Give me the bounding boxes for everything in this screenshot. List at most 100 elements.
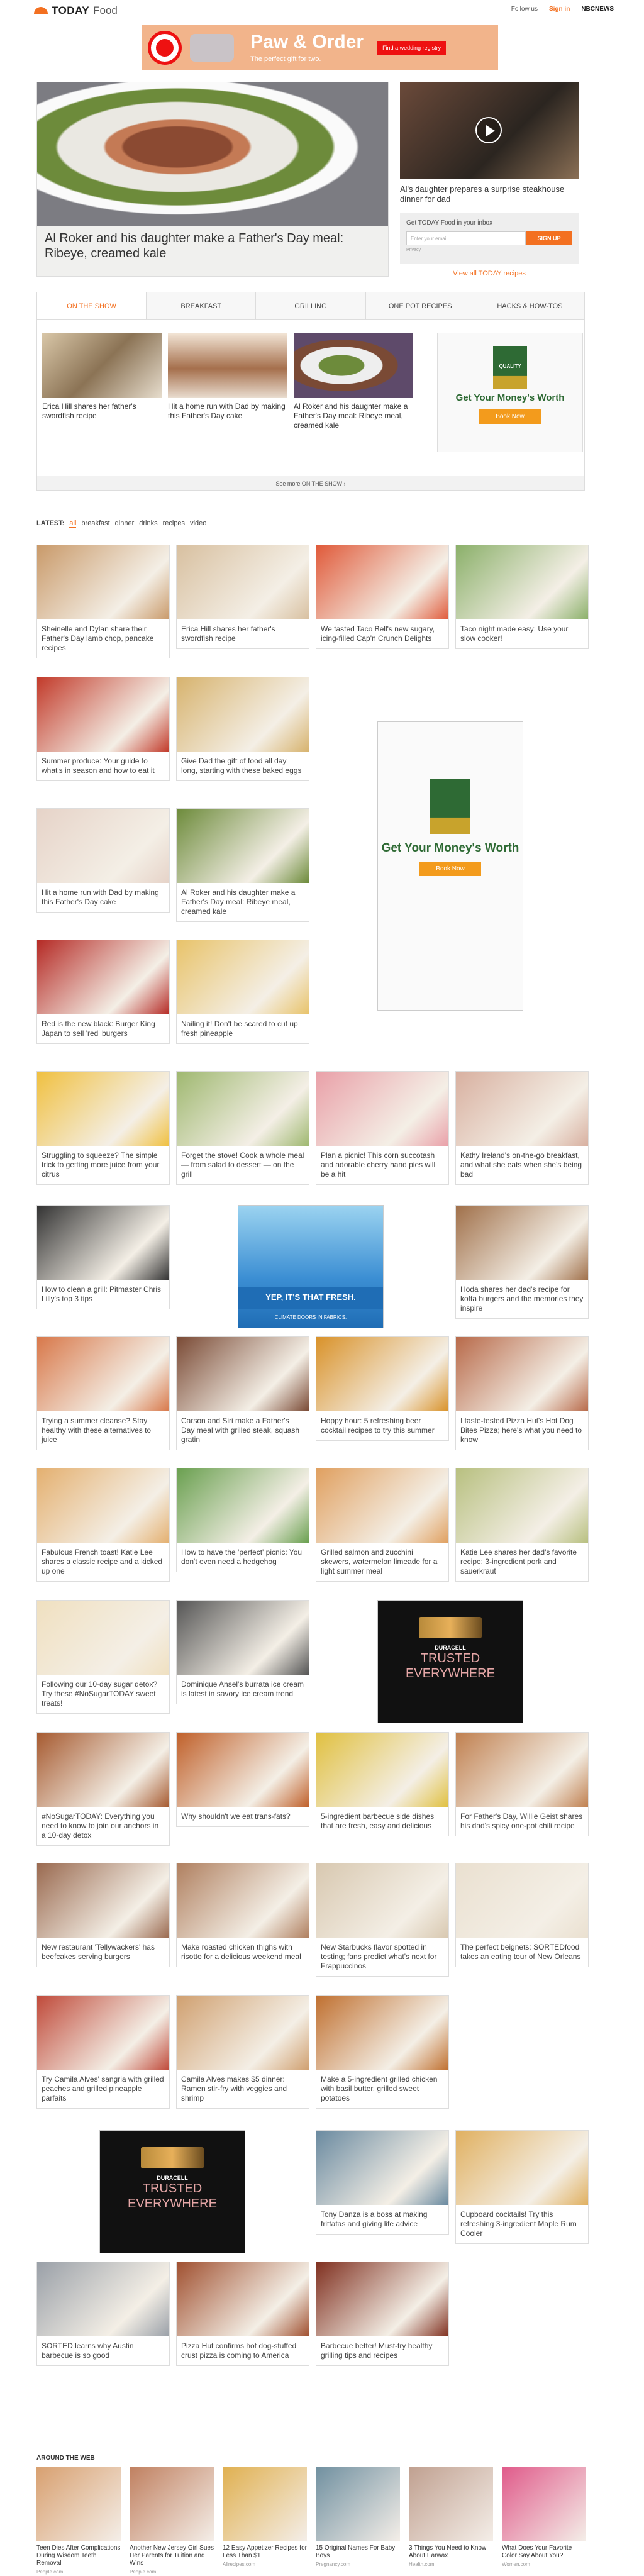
- show-item-image[interactable]: [42, 333, 162, 398]
- privacy-link[interactable]: Privacy: [406, 248, 572, 252]
- duracell-ad[interactable]: DURACELL TRUSTED EVERYWHERE: [377, 1600, 523, 1723]
- story-card[interactable]: I taste-tested Pizza Hut's Hot Dog Bites…: [455, 1336, 589, 1450]
- story-image[interactable]: [456, 1072, 588, 1146]
- story-card[interactable]: Pizza Hut confirms hot dog-stuffed crust…: [176, 2262, 309, 2366]
- story-image[interactable]: [37, 1863, 169, 1938]
- story-image[interactable]: [316, 2262, 448, 2336]
- story-image[interactable]: [177, 545, 309, 619]
- show-item-image[interactable]: [294, 333, 413, 398]
- tab-on-the-show[interactable]: ON THE SHOW: [37, 292, 147, 319]
- story-image[interactable]: [37, 940, 169, 1014]
- story-title[interactable]: Dominique Ansel's burrata ice cream is l…: [177, 1675, 309, 1704]
- story-title[interactable]: Struggling to squeeze? The simple trick …: [37, 1146, 169, 1184]
- story-image[interactable]: [37, 1468, 169, 1543]
- story-card[interactable]: Barbecue better! Must-try healthy grilli…: [316, 2262, 449, 2366]
- filter-recipes[interactable]: recipes: [163, 519, 185, 528]
- story-title[interactable]: Hoda shares her dad's recipe for kofta b…: [456, 1280, 588, 1318]
- sign-in-button[interactable]: Sign in: [549, 6, 570, 13]
- story-image[interactable]: [456, 1863, 588, 1938]
- story-card[interactable]: Following our 10-day sugar detox? Try th…: [36, 1600, 170, 1714]
- quality-inn-ad[interactable]: QUALITY Get Your Money's Worth Book Now: [437, 333, 583, 452]
- story-image[interactable]: [177, 1072, 309, 1146]
- show-item-image[interactable]: [168, 333, 287, 398]
- show-item-title[interactable]: Hit a home run with Dad by making this F…: [168, 402, 286, 420]
- story-card[interactable]: Make a 5-ingredient grilled chicken with…: [316, 1995, 449, 2109]
- story-card[interactable]: Struggling to squeeze? The simple trick …: [36, 1071, 170, 1185]
- sponsored-image[interactable]: [316, 2467, 400, 2541]
- sponsored-image[interactable]: [409, 2467, 493, 2541]
- tab-hacks-how-tos[interactable]: HACKS & HOW-TOS: [475, 292, 585, 319]
- story-card[interactable]: Al Roker and his daughter make a Father'…: [176, 808, 309, 922]
- story-title[interactable]: Hit a home run with Dad by making this F…: [37, 883, 169, 912]
- filter-all[interactable]: all: [69, 519, 77, 528]
- story-card[interactable]: 5-ingredient barbecue side dishes that a…: [316, 1732, 449, 1836]
- signup-button[interactable]: SIGN UP: [526, 231, 572, 245]
- story-image[interactable]: [37, 1733, 169, 1807]
- story-image[interactable]: [177, 809, 309, 883]
- hero-story[interactable]: Al Roker and his daughter make a Father'…: [36, 82, 389, 352]
- story-card[interactable]: How to have the 'perfect' picnic: You do…: [176, 1468, 309, 1572]
- story-title[interactable]: New Starbucks flavor spotted in testing;…: [316, 1938, 448, 1976]
- story-card[interactable]: Kathy Ireland's on-the-go breakfast, and…: [455, 1071, 589, 1185]
- play-icon[interactable]: [475, 117, 502, 143]
- story-title[interactable]: I taste-tested Pizza Hut's Hot Dog Bites…: [456, 1411, 588, 1450]
- sponsored-image[interactable]: [502, 2467, 586, 2541]
- story-title[interactable]: Al Roker and his daughter make a Father'…: [177, 883, 309, 921]
- sponsored-title[interactable]: What Does Your Favorite Color Say About …: [502, 2545, 586, 2560]
- story-title[interactable]: New restaurant 'Tellywackers' has beefca…: [37, 1938, 169, 1967]
- sponsored-title[interactable]: 12 Easy Appetizer Recipes for Less Than …: [223, 2545, 307, 2560]
- story-card[interactable]: Make roasted chicken thighs with risotto…: [176, 1863, 309, 1967]
- duracell-ad-2[interactable]: DURACELL TRUSTED EVERYWHERE: [99, 2130, 245, 2253]
- story-card[interactable]: For Father's Day, Willie Geist shares hi…: [455, 1732, 589, 1836]
- story-title[interactable]: Fabulous French toast! Katie Lee shares …: [37, 1543, 169, 1581]
- story-title[interactable]: 5-ingredient barbecue side dishes that a…: [316, 1807, 448, 1836]
- today-logo[interactable]: TODAY Food: [34, 4, 118, 17]
- story-image[interactable]: [177, 1996, 309, 2070]
- story-card[interactable]: Forget the stove! Cook a whole meal — fr…: [176, 1071, 309, 1185]
- story-image[interactable]: [177, 1468, 309, 1543]
- story-image[interactable]: [37, 1337, 169, 1411]
- story-image[interactable]: [316, 545, 448, 619]
- story-title[interactable]: SORTED learns why Austin barbecue is so …: [37, 2336, 169, 2365]
- story-title[interactable]: Hoppy hour: 5 refreshing beer cocktail r…: [316, 1411, 448, 1440]
- sponsored-link[interactable]: 15 Original Names For Baby Boys Pregnancy…: [316, 2467, 400, 2576]
- tab-grilling[interactable]: GRILLING: [256, 292, 366, 319]
- sponsored-title[interactable]: Teen Dies After Complications During Wis…: [36, 2545, 121, 2567]
- story-image[interactable]: [177, 940, 309, 1014]
- story-title[interactable]: Erica Hill shares her father's swordfish…: [177, 619, 309, 648]
- story-image[interactable]: [316, 1468, 448, 1543]
- story-image[interactable]: [177, 677, 309, 752]
- story-card[interactable]: New Starbucks flavor spotted in testing;…: [316, 1863, 449, 1977]
- story-image[interactable]: [316, 2131, 448, 2205]
- story-image[interactable]: [316, 1337, 448, 1411]
- story-image[interactable]: [37, 809, 169, 883]
- story-title[interactable]: Summer produce: Your guide to what's in …: [37, 752, 169, 780]
- story-card[interactable]: Grilled salmon and zucchini skewers, wat…: [316, 1468, 449, 1582]
- story-card[interactable]: Plan a picnic! This corn succotash and a…: [316, 1071, 449, 1185]
- story-card[interactable]: Hit a home run with Dad by making this F…: [36, 808, 170, 913]
- show-item[interactable]: Erica Hill shares her father's swordfish…: [42, 333, 162, 430]
- filter-breakfast[interactable]: breakfast: [81, 519, 109, 528]
- story-image[interactable]: [37, 1072, 169, 1146]
- quality-inn-ad-large[interactable]: Get Your Money's Worth Book Now: [377, 721, 523, 1011]
- story-title[interactable]: Following our 10-day sugar detox? Try th…: [37, 1675, 169, 1713]
- story-image[interactable]: [177, 2262, 309, 2336]
- story-title[interactable]: We tasted Taco Bell's new sugary, icing-…: [316, 619, 448, 648]
- story-card[interactable]: Trying a summer cleanse? Stay healthy wi…: [36, 1336, 170, 1450]
- sponsored-title[interactable]: 15 Original Names For Baby Boys: [316, 2545, 400, 2560]
- story-image[interactable]: [456, 545, 588, 619]
- story-image[interactable]: [316, 1733, 448, 1807]
- video-caption[interactable]: Al's daughter prepares a surprise steakh…: [400, 184, 579, 204]
- story-card[interactable]: The perfect beignets: SORTEDfood takes a…: [455, 1863, 589, 1967]
- story-card[interactable]: Sheinelle and Dylan share their Father's…: [36, 545, 170, 658]
- show-item[interactable]: Hit a home run with Dad by making this F…: [168, 333, 287, 430]
- book-now-button[interactable]: Book Now: [479, 409, 541, 424]
- sponsored-link[interactable]: 3 Things You Need to Know About Earwax He…: [409, 2467, 493, 2576]
- story-card[interactable]: Camila Alves makes $5 dinner: Ramen stir…: [176, 1995, 309, 2109]
- sponsored-image[interactable]: [130, 2467, 214, 2541]
- story-card[interactable]: We tasted Taco Bell's new sugary, icing-…: [316, 545, 449, 649]
- story-title[interactable]: Trying a summer cleanse? Stay healthy wi…: [37, 1411, 169, 1450]
- story-card[interactable]: Summer produce: Your guide to what's in …: [36, 677, 170, 781]
- story-image[interactable]: [37, 1206, 169, 1280]
- book-now-button[interactable]: Book Now: [419, 862, 481, 876]
